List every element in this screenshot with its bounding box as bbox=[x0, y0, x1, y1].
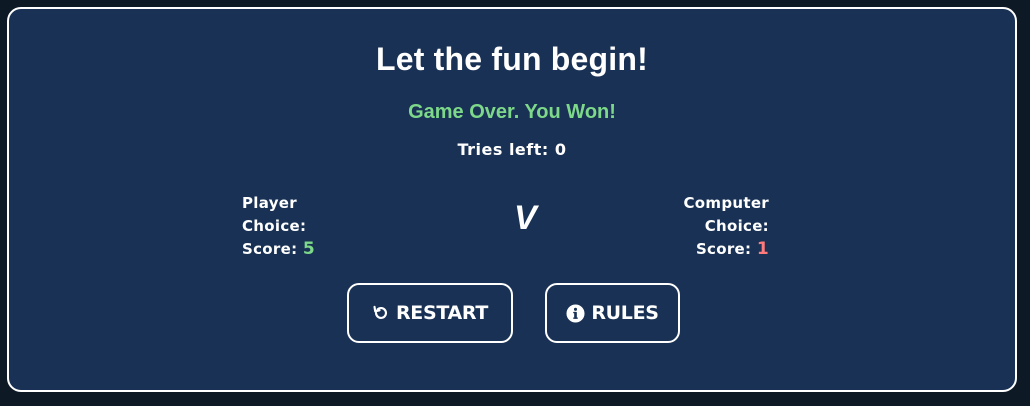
game-panel: Let the fun begin! Game Over. You Won! T… bbox=[7, 7, 1017, 392]
restart-button-label: RESTART bbox=[395, 302, 489, 324]
computer-score: Score: 1 bbox=[649, 238, 769, 261]
player-choice-label: Choice: bbox=[242, 217, 307, 235]
tries-left: Tries left: 0 bbox=[9, 140, 1015, 159]
player-score-label: Score: bbox=[242, 240, 298, 258]
computer-label: Computer bbox=[683, 194, 769, 212]
rules-button[interactable]: RULES bbox=[545, 283, 680, 343]
player-label: Player bbox=[242, 194, 297, 212]
computer-panel: Computer Choice: Score: 1 bbox=[649, 192, 769, 261]
result-message: Game Over. You Won! bbox=[408, 101, 616, 123]
computer-score-label: Score: bbox=[695, 240, 752, 258]
info-icon bbox=[566, 303, 585, 323]
page-title: Let the fun begin! bbox=[375, 41, 648, 77]
rules-button-label: RULES bbox=[591, 302, 659, 324]
computer-score-value: 1 bbox=[756, 239, 769, 259]
versus-label: V bbox=[514, 199, 537, 237]
computer-choice-label: Choice: bbox=[704, 217, 769, 235]
restart-icon bbox=[372, 304, 390, 322]
player-panel: Player Choice: Score: 5 bbox=[242, 192, 352, 261]
tries-left-label: Tries left: bbox=[457, 140, 549, 159]
tries-left-value: 0 bbox=[554, 140, 567, 159]
player-score: Score: 5 bbox=[242, 238, 352, 261]
player-score-value: 5 bbox=[302, 239, 316, 259]
restart-button[interactable]: RESTART bbox=[347, 283, 513, 343]
